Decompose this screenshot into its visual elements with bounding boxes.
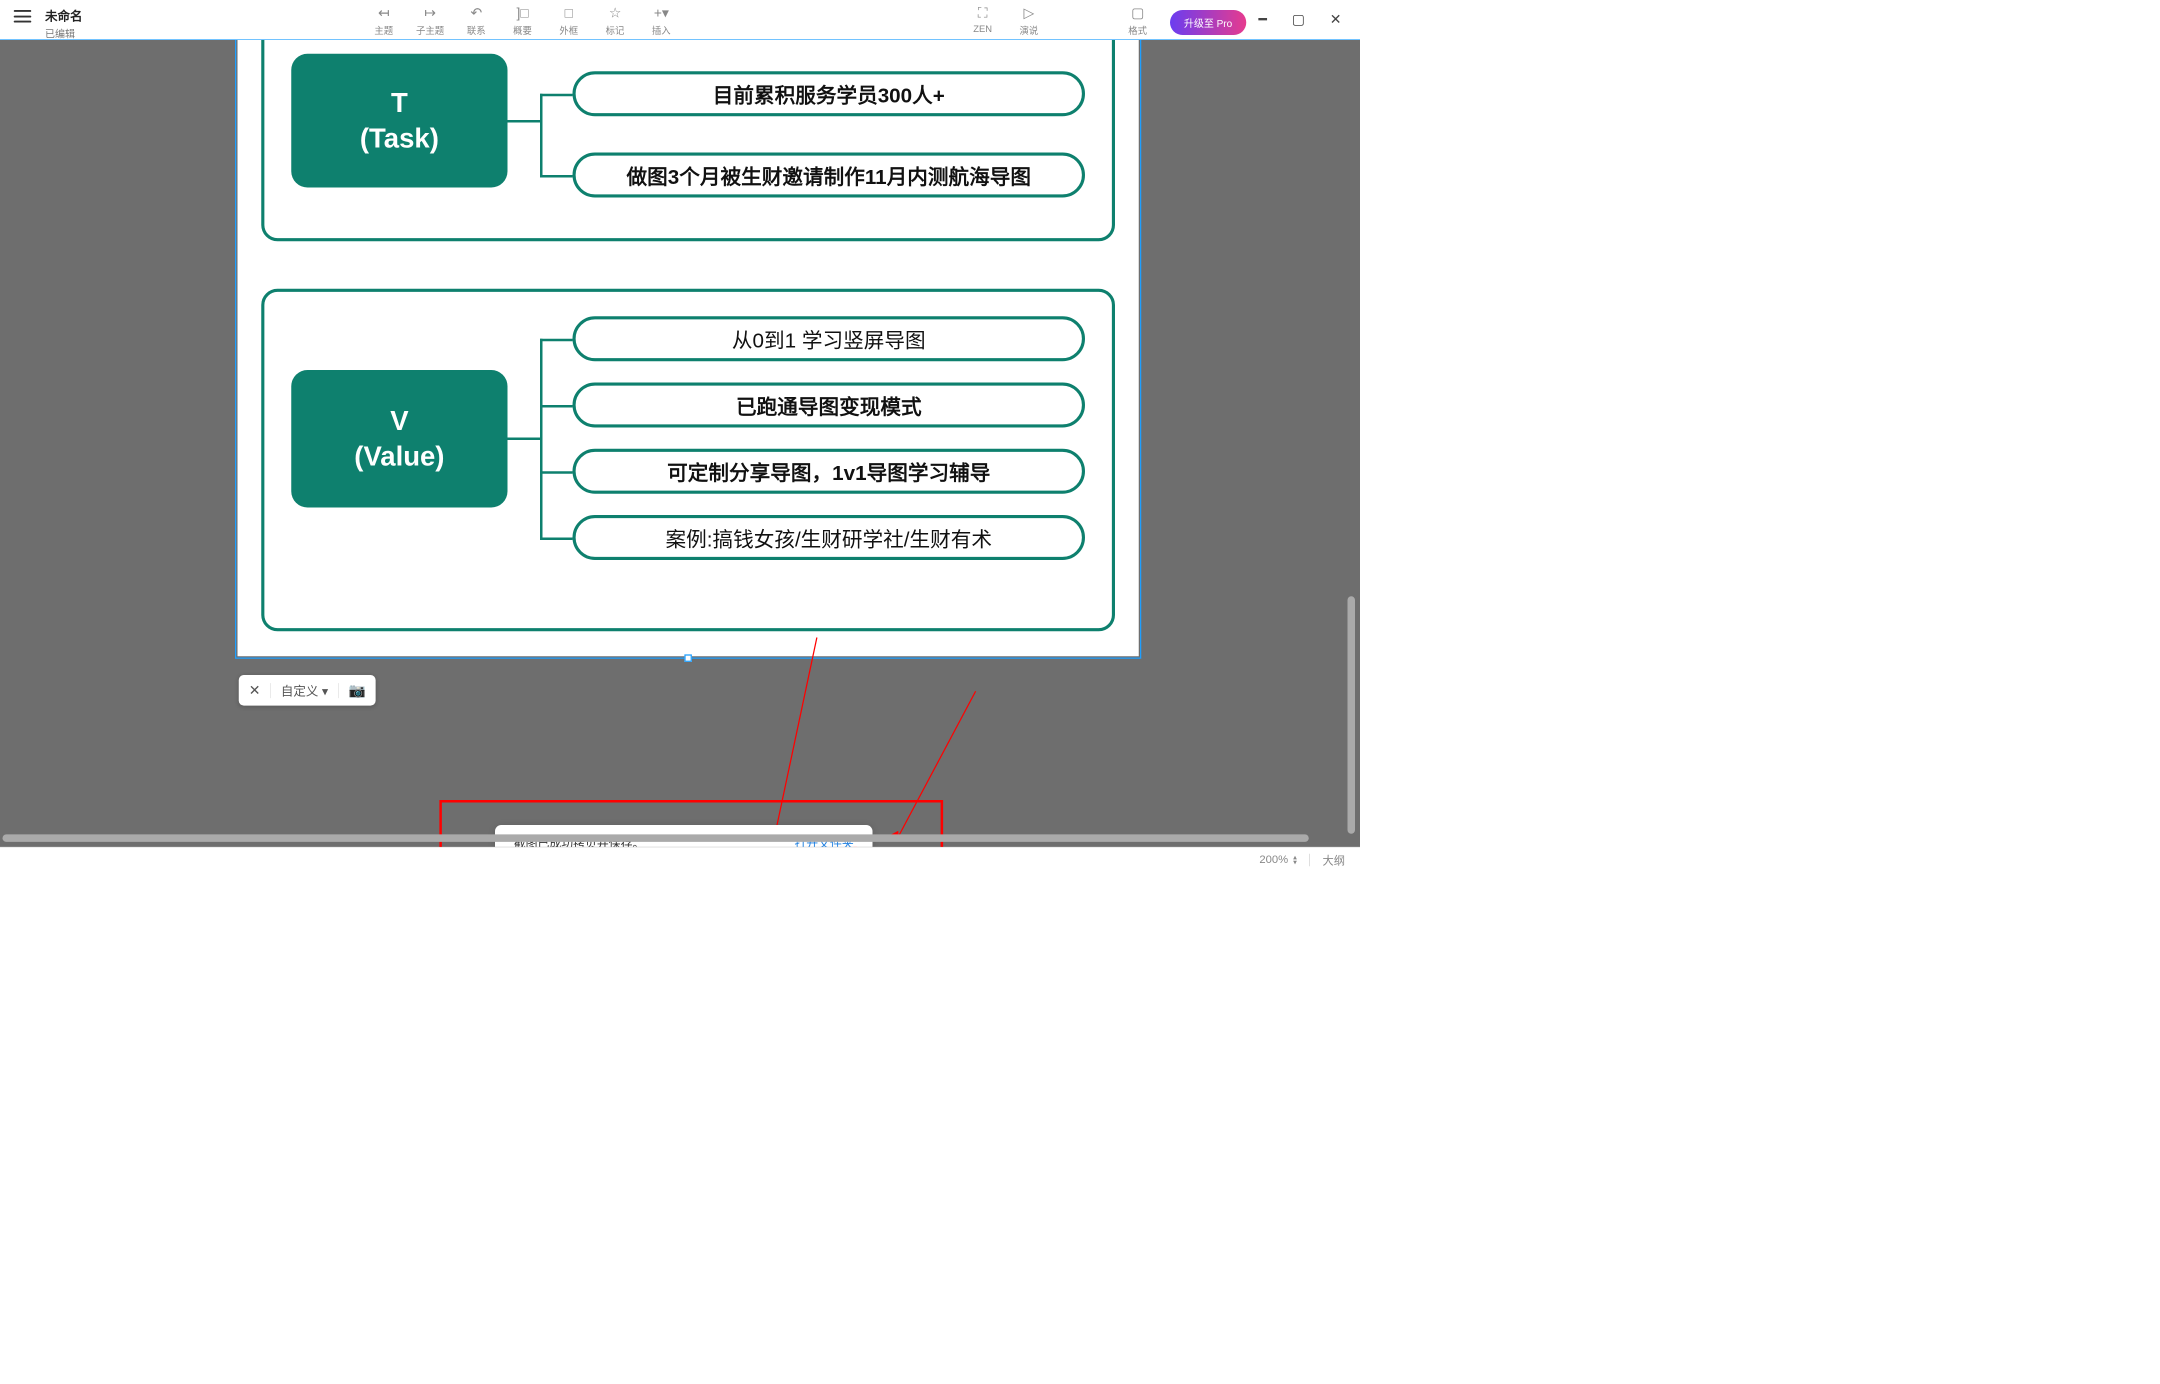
topic-value[interactable]: V (Value) — [291, 370, 507, 508]
maximize-button[interactable]: ▢ — [1292, 13, 1305, 27]
topic-button[interactable]: ↤ 主题 — [364, 5, 404, 37]
marker-button[interactable]: ☆ 标记 — [595, 5, 635, 37]
zen-button[interactable]: ⛶ ZEN — [963, 5, 1003, 34]
insert-button[interactable]: +▾ 插入 — [641, 5, 681, 37]
zoom-level: 200% — [1259, 853, 1288, 866]
value-child-0[interactable]: 从0到1 学习竖屏导图 — [573, 316, 1086, 361]
summary-button[interactable]: ]□ 概要 — [503, 5, 543, 37]
relation-button[interactable]: ↶ 联系 — [456, 5, 496, 37]
divider — [270, 683, 271, 698]
edit-status: 已编辑 — [45, 26, 83, 41]
minimize-button[interactable]: ━ — [1258, 13, 1266, 27]
summary-icon: ]□ — [516, 5, 528, 21]
titlebar: 未命名 已编辑 ↤ 主题 ↦ 子主题 ↶ 联系 ]□ 概要 □ 外框 — [0, 0, 1360, 40]
value-child-2[interactable]: 可定制分享导图，1v1导图学习辅导 — [573, 449, 1086, 494]
vertical-scrollbar-thumb[interactable] — [1348, 596, 1356, 834]
toolbar-center: ↤ 主题 ↦ 子主题 ↶ 联系 ]□ 概要 □ 外框 ☆ 标记 — [83, 4, 963, 37]
upgrade-button[interactable]: 升级至 Pro — [1170, 10, 1246, 35]
divider — [338, 683, 339, 698]
title-block: 未命名 已编辑 — [45, 4, 83, 41]
float-close-button[interactable]: ✕ — [249, 682, 261, 698]
format-icon: ▢ — [1131, 5, 1144, 21]
boundary-icon: □ — [565, 5, 573, 21]
zoom-control[interactable]: 200% ▴▾ — [1259, 853, 1297, 866]
boundary-button[interactable]: □ 外框 — [549, 5, 589, 37]
format-button[interactable]: ▢ 格式 — [1118, 5, 1158, 37]
statusbar: 200% ▴▾ 大纲 — [0, 847, 1360, 872]
divider — [1309, 853, 1310, 866]
outline-button[interactable]: 大纲 — [1323, 852, 1346, 868]
present-icon: ▷ — [1024, 5, 1035, 21]
close-button[interactable]: ✕ — [1330, 13, 1342, 27]
filename: 未命名 — [45, 6, 83, 24]
relation-icon: ↶ — [471, 5, 483, 21]
window-controls: ━ ▢ ✕ — [1246, 4, 1360, 27]
topic-task[interactable]: T (Task) — [291, 54, 507, 188]
hamburger-icon — [14, 10, 32, 23]
topic-icon: ↤ — [378, 5, 390, 21]
menu-button[interactable] — [0, 4, 45, 23]
horizontal-scrollbar[interactable] — [0, 834, 1360, 843]
value-child-1[interactable]: 已跑通导图变现模式 — [573, 383, 1086, 428]
canvas-area[interactable]: T (Task) 目前累积服务学员300人+ 做图3个月被生财邀请制作11月内测… — [0, 40, 1360, 847]
subtopic-button[interactable]: ↦ 子主题 — [410, 5, 450, 37]
marker-icon: ☆ — [609, 5, 621, 21]
task-child-1[interactable]: 做图3个月被生财邀请制作11月内测航海导图 — [573, 153, 1086, 198]
custom-dropdown[interactable]: 自定义 ▾ — [281, 681, 328, 699]
insert-icon: +▾ — [654, 5, 669, 21]
toolbar-right: ⛶ ZEN ▷ 演说 ▢ 格式 升级至 Pro — [963, 4, 1246, 37]
horizontal-scrollbar-thumb[interactable] — [3, 834, 1309, 842]
vertical-scrollbar[interactable] — [1348, 40, 1357, 847]
float-toolbar: ✕ 自定义 ▾ 📷 — [239, 675, 376, 706]
present-button[interactable]: ▷ 演说 — [1009, 5, 1049, 37]
subtopic-icon: ↦ — [424, 5, 436, 21]
value-child-3[interactable]: 案例:搞钱女孩/生财研学社/生财有术 — [573, 515, 1086, 560]
chevron-down-icon: ▾ — [322, 685, 328, 699]
snapshot-button[interactable]: 📷 — [349, 682, 366, 698]
zoom-stepper-icon[interactable]: ▴▾ — [1293, 855, 1297, 864]
zen-icon: ⛶ — [978, 5, 988, 21]
task-child-0[interactable]: 目前累积服务学员300人+ — [573, 71, 1086, 116]
